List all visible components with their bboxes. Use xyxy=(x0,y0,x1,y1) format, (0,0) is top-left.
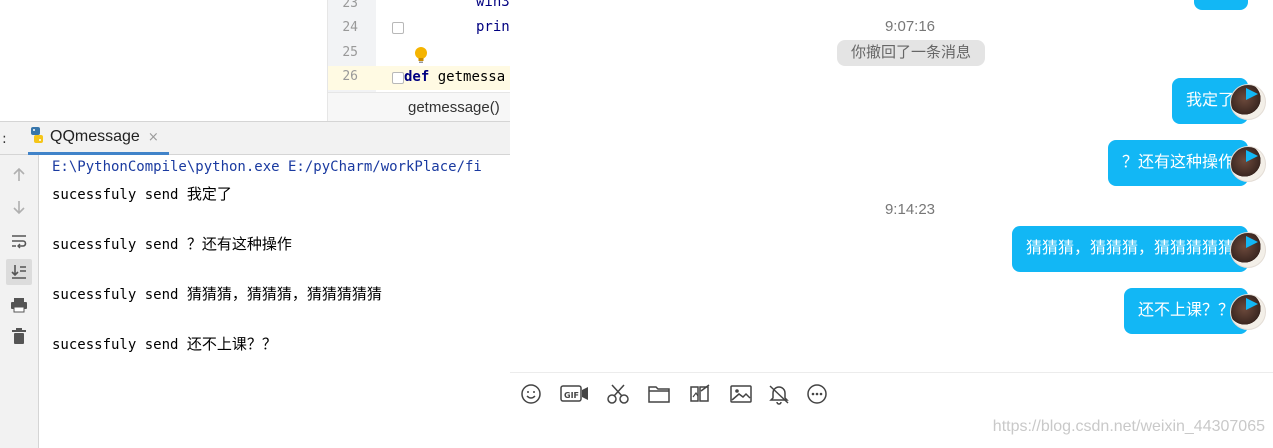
arrow-up-icon[interactable] xyxy=(6,162,32,188)
trash-icon[interactable] xyxy=(6,323,32,349)
message-list[interactable]: 9:07:16 你撤回了一条消息 我定了 ？还有这种操作 9:14:23 猜猜猜… xyxy=(510,0,1273,372)
line-number: 25 xyxy=(342,45,358,60)
fold-icon[interactable] xyxy=(392,22,404,34)
gif-icon[interactable]: GIF xyxy=(558,381,592,407)
console-line: sucessfuly send 猜猜猜，猜猜猜，猜猜猜猜猜 xyxy=(52,286,382,303)
watermark: https://blog.csdn.net/weixin_44307065 xyxy=(992,418,1265,435)
message-bubble xyxy=(1194,0,1248,10)
message-bubble[interactable]: ？还有这种操作 xyxy=(1107,140,1266,186)
print-icon[interactable] xyxy=(6,292,32,318)
message-bubble[interactable]: 我定了 xyxy=(1171,78,1266,124)
timestamp: 9:07:16 xyxy=(884,18,936,35)
emoji-icon[interactable] xyxy=(518,381,544,407)
run-toolbar xyxy=(0,155,39,448)
tab-qqmessage[interactable]: QQmessage × xyxy=(28,122,169,155)
avatar[interactable] xyxy=(1230,146,1266,182)
more-icon[interactable] xyxy=(804,381,830,407)
bell-muted-icon[interactable] xyxy=(766,381,792,407)
console-line: sucessfuly send 还不上课？？ xyxy=(52,336,277,353)
chat-window: 9:07:16 你撤回了一条消息 我定了 ？还有这种操作 9:14:23 猜猜猜… xyxy=(510,0,1273,448)
soft-wrap-icon[interactable] xyxy=(6,228,32,254)
console-line: sucessfuly send ？还有这种操作 xyxy=(52,236,292,253)
close-icon[interactable]: × xyxy=(148,130,159,145)
lightbulb-icon[interactable] xyxy=(414,46,428,68)
chat-toolbar: GIF xyxy=(510,373,1273,415)
run-label: : xyxy=(2,131,7,147)
picture-icon[interactable] xyxy=(728,381,754,407)
scroll-to-end-icon[interactable] xyxy=(6,259,32,285)
arrow-down-icon[interactable] xyxy=(6,194,32,220)
ide-window: 23 24 25 26 win3 prin def getmessa getme… xyxy=(0,0,510,448)
folder-icon[interactable] xyxy=(646,381,672,407)
avatar[interactable] xyxy=(1230,294,1266,330)
code-editor[interactable]: 23 24 25 26 win3 prin def getmessa getme… xyxy=(327,0,510,121)
console-line: sucessfuly send 我定了 xyxy=(52,186,232,203)
function-name: getmessa xyxy=(437,69,506,85)
svg-text:GIF: GIF xyxy=(564,391,579,400)
code-line-def: def getmessa xyxy=(404,69,505,85)
line-number: 24 xyxy=(342,20,358,35)
scissors-icon[interactable] xyxy=(605,381,631,407)
avatar[interactable] xyxy=(1230,232,1266,268)
line-number: 26 xyxy=(342,69,358,84)
fold-icon[interactable] xyxy=(392,72,404,84)
code-line: prin xyxy=(476,19,510,35)
ide-project-area xyxy=(0,0,327,121)
tab-label: QQmessage xyxy=(50,128,140,145)
editor-breadcrumb[interactable]: getmessage() xyxy=(328,92,510,121)
timestamp: 9:14:23 xyxy=(884,201,936,218)
code-line: win3 xyxy=(476,0,510,10)
python-icon xyxy=(28,126,46,148)
message-bubble[interactable]: 猜猜猜，猜猜猜，猜猜猜猜猜 xyxy=(1011,226,1266,272)
def-keyword: def xyxy=(404,69,430,85)
avatar[interactable] xyxy=(1230,84,1266,120)
run-panel-header: : QQmessage × xyxy=(0,121,510,155)
line-number: 23 xyxy=(342,0,358,11)
recall-notice: 你撤回了一条消息 xyxy=(837,40,985,66)
image-edit-icon[interactable] xyxy=(687,381,713,407)
console-command: E:\PythonCompile\python.exe E:/pyCharm/w… xyxy=(52,159,482,175)
console-output[interactable]: E:\PythonCompile\python.exe E:/pyCharm/w… xyxy=(39,155,510,448)
message-bubble[interactable]: 还不上课？？ xyxy=(1123,288,1266,334)
